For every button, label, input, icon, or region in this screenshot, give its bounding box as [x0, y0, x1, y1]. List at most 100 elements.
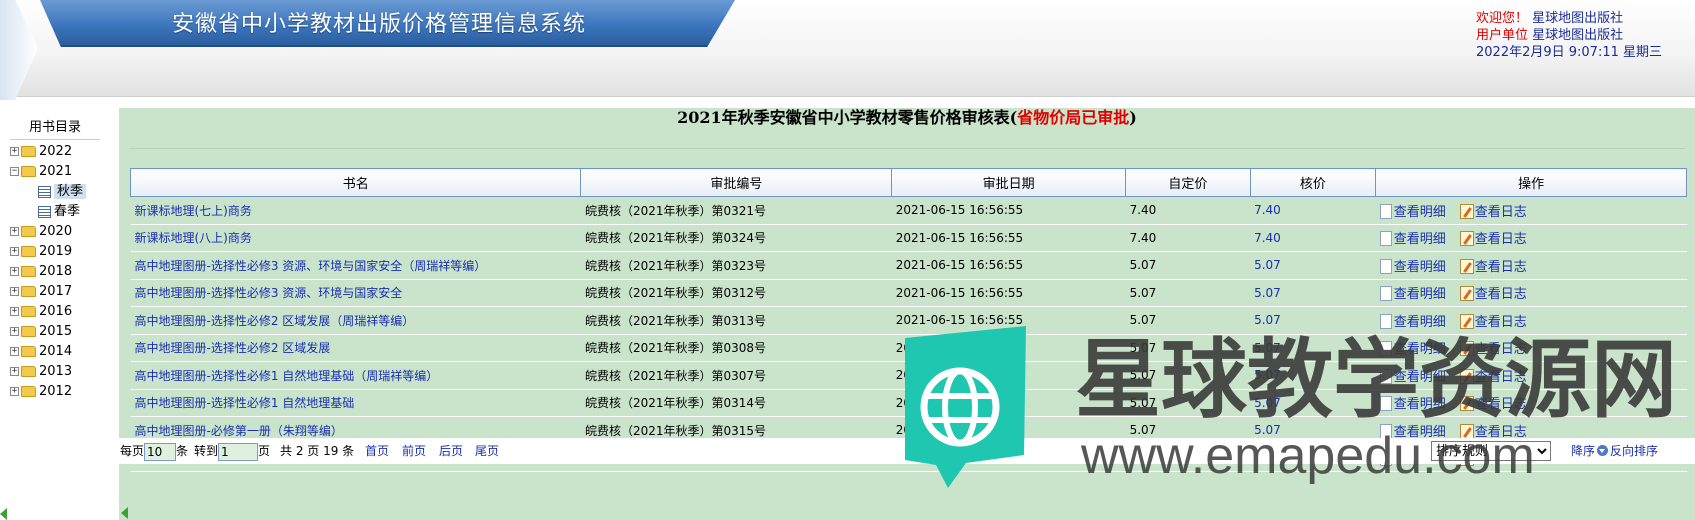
book-name-link[interactable]: 新课标地理(七上)商务 — [135, 204, 252, 218]
tree-node-label: 春季 — [54, 204, 81, 219]
desc-link[interactable]: 降序 — [1571, 444, 1595, 458]
collapse-icon[interactable]: − — [10, 167, 19, 176]
column-header-code: 审批编号 — [580, 168, 893, 197]
header-arrow-decoration — [0, 0, 38, 100]
book-name-link[interactable]: 高中地理图册-选择性必修3 资源、环境与国家安全 — [135, 286, 403, 300]
view-detail-button[interactable]: 查看明细 — [1379, 338, 1446, 357]
expand-icon[interactable]: + — [10, 247, 19, 256]
catalog-tree: +2022−2021 秋季 春季 +2020 +2019 +2018 +2017 +2016 +… — [10, 142, 87, 402]
tree-node-year[interactable]: +2016 — [10, 302, 86, 322]
expand-icon[interactable]: + — [10, 147, 19, 156]
tree-node-year[interactable]: +2015 — [10, 322, 86, 342]
folder-icon — [21, 246, 36, 257]
view-detail-button[interactable]: 查看明细 — [1379, 311, 1446, 330]
table-row: 高中地理图册-选择性必修2 区域发展 皖费核（2021年秋季）第0308号 2021… — [130, 334, 1687, 362]
tree-node-season[interactable]: 秋季 — [10, 182, 87, 202]
sort-arrow-icon[interactable] — [1597, 445, 1609, 456]
per-page-input[interactable] — [144, 442, 177, 461]
goto-page-input[interactable] — [218, 442, 259, 461]
approval-code: 皖费核（2021年秋季）第0312号 — [580, 279, 892, 307]
expand-icon[interactable]: + — [10, 227, 19, 236]
view-log-button[interactable]: 查看日志 — [1459, 256, 1527, 275]
approval-code: 皖费核（2021年秋季）第0313号 — [580, 306, 892, 335]
view-detail-button[interactable]: 查看明细 — [1379, 283, 1446, 302]
book-name-link[interactable]: 高中地理图册-选择性必修1 自然地理基础（周瑞祥等编） — [135, 369, 439, 383]
book-name-link[interactable]: 高中地理图册-选择性必修1 自然地理基础 — [135, 396, 355, 410]
view-detail-button[interactable]: 查看明细 — [1379, 393, 1446, 413]
view-detail-label: 查看明细 — [1393, 397, 1446, 413]
folder-icon — [21, 346, 36, 357]
book-name-link[interactable]: 高中地理图册-选择性必修3 资源、环境与国家安全（周瑞祥等编） — [135, 259, 487, 273]
tree-node-year[interactable]: +2013 — [10, 362, 86, 382]
collapse-sidebar-arrow-icon[interactable] — [0, 508, 7, 520]
tree-node-year[interactable]: − 2021 — [10, 162, 86, 182]
view-log-button[interactable]: 查看日志 — [1459, 421, 1527, 440]
approval-code: 皖费核（2021年秋季）第0308号 — [580, 334, 892, 362]
reverse-sort-link[interactable]: 反向排序 — [1610, 444, 1658, 458]
expand-icon[interactable]: + — [10, 267, 19, 276]
view-detail-button[interactable]: 查看明细 — [1379, 201, 1446, 220]
view-log-button[interactable]: 查看日志 — [1459, 366, 1527, 385]
tree-node-label: 2015 — [39, 324, 73, 339]
expand-icon[interactable]: + — [10, 287, 19, 296]
operations-cell: 查看明细 查看日志 — [1375, 361, 1687, 390]
self-price: 5.07 — [1125, 361, 1251, 390]
self-price: 5.07 — [1125, 334, 1251, 362]
expand-arrow-icon[interactable] — [121, 507, 128, 519]
book-name-link[interactable]: 新课标地理(八上)商务 — [135, 231, 252, 245]
expand-icon[interactable]: + — [10, 387, 19, 396]
last-page-link[interactable]: 尾页 — [475, 438, 499, 464]
tree-node-year[interactable]: +2022 — [10, 142, 86, 162]
expand-icon[interactable]: + — [10, 307, 19, 316]
view-log-button[interactable]: 查看日志 — [1459, 201, 1527, 220]
page-icon — [1379, 258, 1392, 274]
list-document-icon — [38, 205, 51, 218]
expand-icon[interactable]: + — [10, 347, 19, 356]
view-log-button[interactable]: 查看日志 — [1459, 283, 1527, 303]
tree-node-label: 2022 — [39, 144, 73, 159]
view-log-button[interactable]: 查看日志 — [1459, 311, 1527, 330]
view-detail-button[interactable]: 查看明细 — [1379, 366, 1446, 385]
approval-date: 2021-06-15 16:56:55 — [891, 361, 1126, 390]
view-log-button[interactable]: 查看日志 — [1459, 393, 1527, 412]
tree-node-year[interactable]: +2014 — [10, 342, 86, 362]
next-page-link[interactable]: 后页 — [439, 438, 463, 464]
self-price: 5.07 — [1125, 389, 1251, 417]
tree-node-year[interactable]: +2019 — [10, 242, 86, 262]
view-log-label: 查看日志 — [1474, 287, 1527, 303]
book-name-link[interactable]: 高中地理图册-选择性必修2 区域发展 — [135, 341, 331, 355]
tree-node-label: 秋季 — [54, 184, 87, 199]
tree-node-year[interactable]: +2020 — [10, 222, 86, 242]
view-log-button[interactable]: 查看日志 — [1459, 228, 1527, 247]
view-log-button[interactable]: 查看日志 — [1459, 338, 1527, 358]
operations-cell: 查看明细 查看日志 — [1375, 279, 1687, 307]
tree-node-label: 2020 — [39, 224, 73, 239]
tree-node-year[interactable]: +2018 — [10, 262, 86, 282]
book-name-link[interactable]: 高中地理图册-选择性必修2 区域发展（周瑞祥等编） — [135, 314, 415, 328]
unit-label: 用户单位 — [1476, 28, 1529, 43]
tree-node-season[interactable]: 春季 — [10, 202, 86, 222]
tree-node-label: 2017 — [39, 284, 73, 299]
approval-date: 2021-06-15 16:56:55 — [891, 196, 1126, 225]
view-detail-button[interactable]: 查看明细 — [1379, 228, 1446, 247]
operations-cell: 查看明细 查看日志 — [1375, 389, 1687, 417]
view-detail-button[interactable]: 查看明细 — [1379, 256, 1446, 275]
expand-icon[interactable]: + — [10, 367, 19, 376]
edit-log-icon — [1459, 286, 1474, 302]
expand-icon[interactable]: + — [10, 327, 19, 336]
table-row: 高中地理图册-选择性必修3 资源、环境与国家安全 皖费核（2021年秋季）第031… — [130, 279, 1687, 307]
view-detail-button[interactable]: 查看明细 — [1379, 421, 1446, 440]
prev-page-link[interactable]: 前页 — [402, 438, 426, 464]
book-name-link[interactable]: 高中地理图册-必修第一册（朱翔等编） — [135, 424, 343, 438]
self-price: 5.07 — [1125, 306, 1251, 335]
operations-cell: 查看明细 查看日志 — [1375, 251, 1687, 280]
page-icon — [1379, 341, 1392, 357]
sort-rule-select[interactable]: 排序规则 — [1431, 441, 1551, 461]
tree-node-year[interactable]: +2012 — [10, 382, 86, 402]
approved-price: 5.07 — [1250, 334, 1376, 362]
view-log-label: 查看日志 — [1474, 342, 1527, 358]
per-page-group: 每页 条 — [120, 438, 188, 464]
first-page-link[interactable]: 首页 — [365, 438, 389, 464]
edit-log-icon — [1459, 396, 1474, 412]
tree-node-year[interactable]: +2017 — [10, 282, 86, 302]
